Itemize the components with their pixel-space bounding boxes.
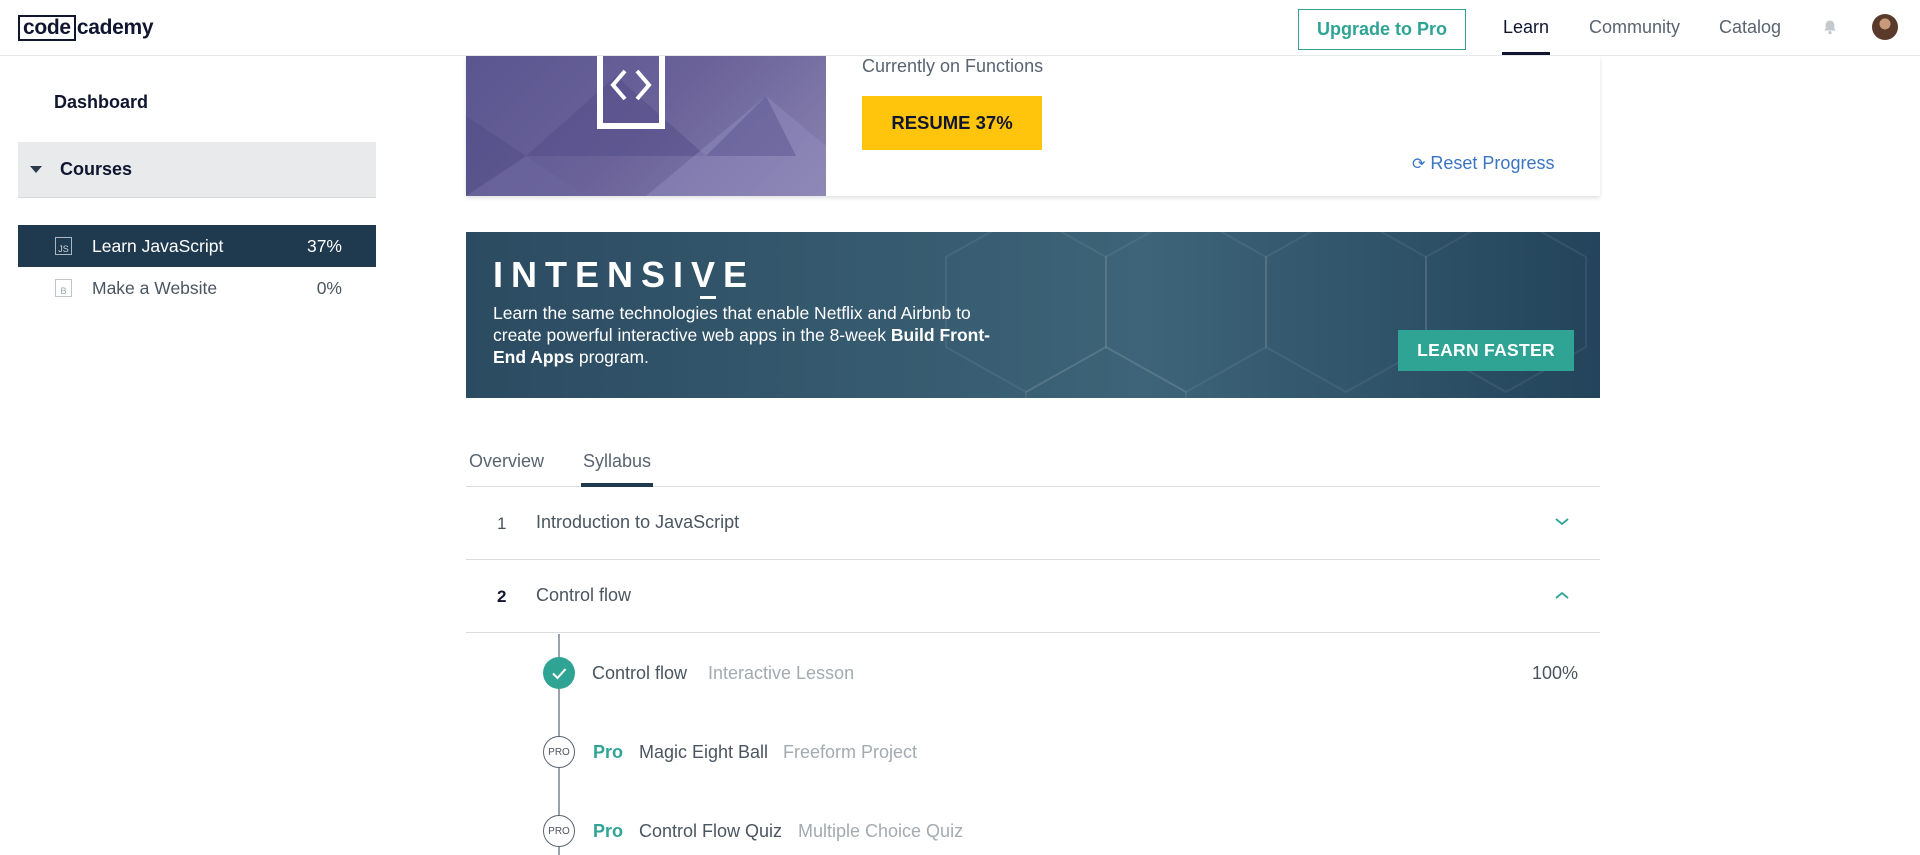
lesson-name: Control Flow Quiz: [639, 821, 783, 841]
reset-progress-link[interactable]: ⟳ Reset Progress: [1412, 153, 1554, 174]
nav-catalog[interactable]: Catalog: [1719, 17, 1781, 38]
unit-name: Control flow: [536, 585, 632, 605]
nav-active-indicator: [1502, 52, 1550, 55]
course-hero-image: [466, 56, 826, 196]
bell-icon[interactable]: [1822, 19, 1838, 35]
pro-badge-icon: PRO: [543, 736, 575, 768]
syllabus-unit-2[interactable]: 2 Control flow: [466, 561, 1600, 633]
html-course-icon: B: [55, 279, 72, 297]
chevron-down-icon[interactable]: [1554, 514, 1570, 530]
unit-number: 1: [497, 514, 507, 533]
code-brackets-icon: [597, 56, 665, 129]
banner-title-accent: [700, 296, 716, 299]
reset-progress-label: Reset Progress: [1430, 153, 1555, 173]
banner-title: INTENSIVE: [493, 254, 756, 295]
lesson-name: Control flow: [592, 663, 688, 683]
sidebar-course-make-a-website[interactable]: B Make a Website 0%: [18, 267, 376, 309]
course-name: Make a Website: [92, 277, 218, 298]
unit-number: 2: [497, 587, 507, 606]
sidebar-dashboard-link[interactable]: Dashboard: [54, 92, 148, 113]
pro-label: Pro: [593, 742, 624, 762]
tab-active-indicator: [581, 483, 653, 487]
nav-community[interactable]: Community: [1589, 17, 1680, 38]
lesson-type: Multiple Choice Quiz: [798, 821, 964, 841]
lesson-item[interactable]: Control flow Interactive Lesson 100%: [466, 653, 1600, 693]
lesson-type: Interactive Lesson: [708, 663, 855, 683]
lesson-type: Freeform Project: [783, 742, 918, 762]
current-lesson-text: Currently on Functions: [862, 56, 1044, 76]
completed-check-icon: [543, 657, 575, 689]
caret-down-icon: [30, 166, 42, 173]
lesson-item[interactable]: PRO Pro Magic Eight Ball Freeform Projec…: [466, 732, 1600, 772]
sidebar-course-learn-javascript[interactable]: JS Learn JavaScript 37%: [18, 225, 376, 267]
codecademy-logo[interactable]: code cademy: [18, 15, 154, 41]
sidebar-courses-toggle[interactable]: Courses: [18, 142, 376, 198]
nav-learn[interactable]: Learn: [1503, 17, 1549, 38]
course-progress: 37%: [306, 235, 342, 256]
user-avatar[interactable]: [1872, 14, 1898, 40]
logo-box-text: code: [18, 15, 76, 41]
pro-badge-icon: PRO: [543, 815, 575, 847]
sidebar-courses-label: Courses: [60, 159, 133, 179]
pro-label: Pro: [593, 821, 624, 841]
chevron-up-icon[interactable]: [1554, 587, 1570, 603]
logo-rest-text: cademy: [76, 16, 154, 39]
refresh-icon: ⟳: [1412, 155, 1426, 173]
course-hero-card: Currently on Functions RESUME 37% ⟳ Rese…: [466, 56, 1600, 196]
course-name: Learn JavaScript: [92, 235, 224, 256]
top-navbar: code cademy Upgrade to Pro Learn Communi…: [0, 0, 1920, 56]
learn-faster-button[interactable]: LEARN FASTER: [1398, 330, 1574, 371]
tab-overview[interactable]: Overview: [469, 451, 544, 472]
lesson-item[interactable]: PRO Pro Control Flow Quiz Multiple Choic…: [466, 811, 1600, 851]
course-progress: 0%: [316, 277, 342, 298]
lesson-name: Magic Eight Ball: [639, 742, 769, 762]
intensive-promo-banner: INTENSIVE Learn the same technologies th…: [466, 232, 1600, 398]
lesson-progress: 100%: [1532, 663, 1579, 683]
banner-description: Learn the same technologies that enable …: [493, 302, 993, 368]
banner-desc-end: program.: [574, 347, 649, 367]
upgrade-to-pro-button[interactable]: Upgrade to Pro: [1298, 9, 1466, 50]
syllabus-unit-1[interactable]: 1 Introduction to JavaScript: [466, 488, 1600, 560]
tab-syllabus[interactable]: Syllabus: [583, 451, 651, 472]
js-course-icon: JS: [55, 237, 72, 255]
resume-button[interactable]: RESUME 37%: [862, 96, 1042, 150]
unit-name: Introduction to JavaScript: [536, 512, 740, 532]
